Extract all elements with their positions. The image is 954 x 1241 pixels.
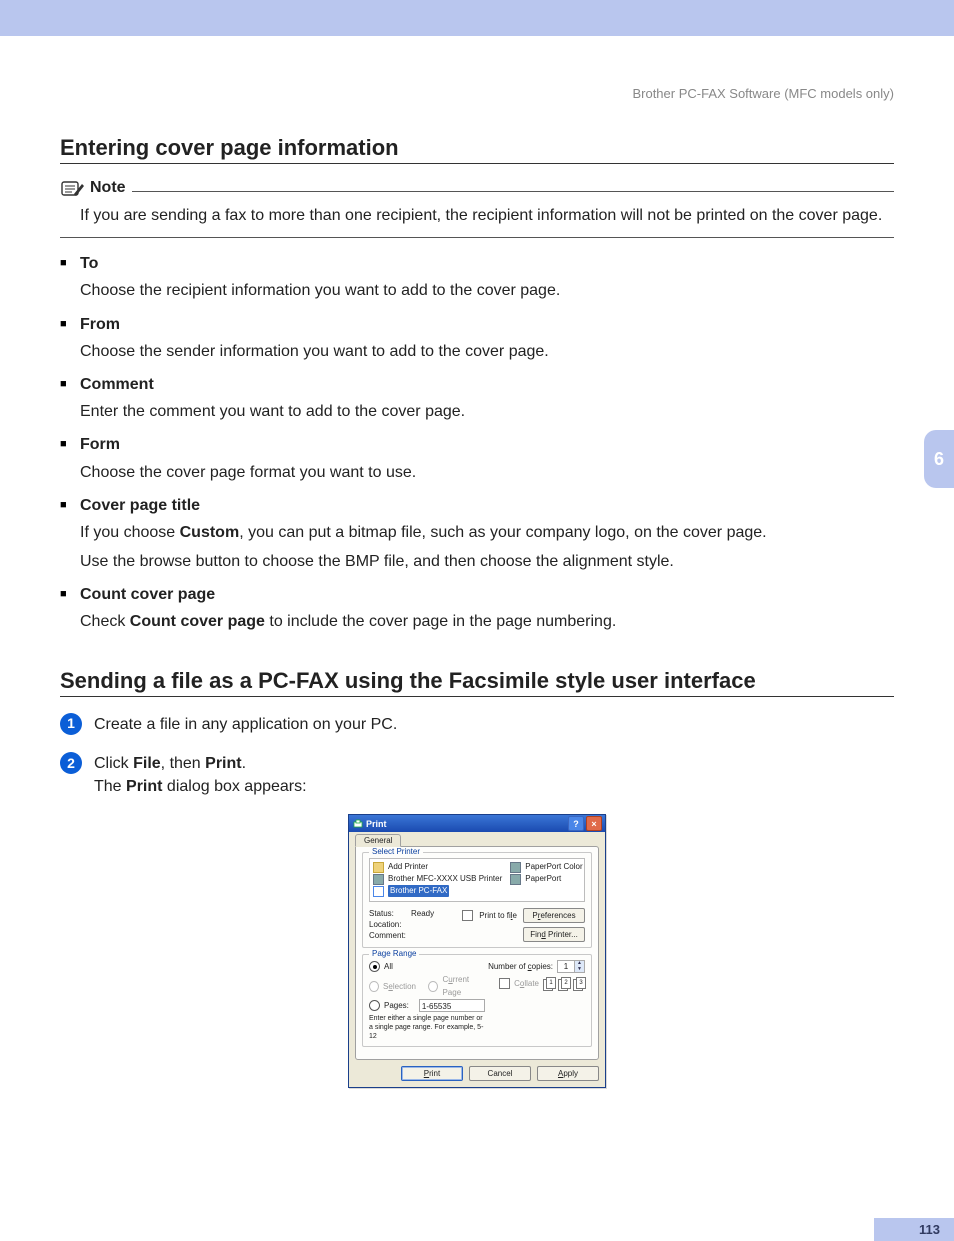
print-to-file-checkbox[interactable] xyxy=(462,910,473,921)
item-count-head: Count cover page xyxy=(80,586,215,603)
section1-title: Entering cover page information xyxy=(60,135,894,161)
preferences-button[interactable]: Preferences xyxy=(523,908,585,923)
top-accent-bar xyxy=(0,0,954,36)
page-body: Brother PC-FAX Software (MFC models only… xyxy=(0,36,954,1118)
dialog-title: Print xyxy=(366,819,387,829)
pages-hint: Enter either a single page number or a s… xyxy=(369,1014,485,1041)
pages-input[interactable]: 1-65535 xyxy=(419,999,485,1012)
printer-add[interactable]: Add Printer xyxy=(388,861,428,873)
spinner-down-icon[interactable]: ▼ xyxy=(575,967,584,973)
note-body: If you are sending a fax to more than on… xyxy=(80,204,894,227)
radio-selection-label: Selection xyxy=(383,980,416,993)
group-page-range-legend: Page Range xyxy=(369,949,419,958)
item-from-head: From xyxy=(80,316,120,333)
step-2-text: Click File, then Print.The Print dialog … xyxy=(94,752,307,798)
printer-item-3[interactable]: PaperPort Color xyxy=(525,861,582,873)
note-block: Note If you are sending a fax to more th… xyxy=(60,178,894,238)
titlebar-help-button[interactable]: ? xyxy=(568,816,584,831)
item-cptitle-desc2: Use the browse button to choose the BMP … xyxy=(80,550,894,573)
add-printer-icon xyxy=(373,862,384,873)
apply-button[interactable]: Apply xyxy=(537,1066,599,1081)
item-comment-head: Comment xyxy=(80,376,154,393)
note-pencil-icon xyxy=(60,178,84,198)
step-1-text: Create a file in any application on your… xyxy=(94,713,397,736)
cancel-button[interactable]: Cancel xyxy=(469,1066,531,1081)
step-list: 1 Create a file in any application on yo… xyxy=(60,713,894,799)
printer-item-1[interactable]: Brother MFC-XXXX USB Printer xyxy=(388,873,502,885)
printer-icon xyxy=(373,886,384,897)
cover-page-fields-list: To Choose the recipient information you … xyxy=(60,252,894,633)
group-select-printer-legend: Select Printer xyxy=(369,847,423,856)
step-1-badge: 1 xyxy=(60,713,82,735)
item-to-desc: Choose the recipient information you wan… xyxy=(80,279,894,302)
print-dialog: Print ? × General Select Printer xyxy=(348,814,606,1088)
item-form-desc: Choose the cover page format you want to… xyxy=(80,461,894,484)
find-printer-button[interactable]: Find Printer... xyxy=(523,927,585,942)
title-rule xyxy=(60,163,894,164)
printer-item-4[interactable]: PaperPort xyxy=(525,873,561,885)
printer-icon xyxy=(510,874,521,885)
section2-title: Sending a file as a PC-FAX using the Fac… xyxy=(60,668,894,694)
item-comment-desc: Enter the comment you want to add to the… xyxy=(80,400,894,423)
note-rule-top xyxy=(132,191,894,192)
item-from-desc: Choose the sender information you want t… xyxy=(80,340,894,363)
radio-pages[interactable] xyxy=(369,1000,380,1011)
printer-item-selected[interactable]: Brother PC-FAX xyxy=(388,885,449,897)
running-header: Brother PC-FAX Software (MFC models only… xyxy=(60,86,894,101)
print-to-file-label: Print to file xyxy=(479,911,517,920)
collate-glyph-icon: 11 22 33 xyxy=(543,977,585,989)
step-2-badge: 2 xyxy=(60,752,82,774)
copies-label: Number of copies: xyxy=(488,962,553,971)
note-rule-bottom xyxy=(60,237,894,238)
item-cptitle-desc1: If you choose Custom, you can put a bitm… xyxy=(80,521,894,544)
radio-pages-label: Pages: xyxy=(384,999,409,1012)
printer-status-block: Status:Ready Location: Comment: xyxy=(369,908,434,942)
radio-all[interactable] xyxy=(369,961,380,972)
print-button[interactable]: Print xyxy=(401,1066,463,1081)
title-rule-2 xyxy=(60,696,894,697)
item-cptitle-head: Cover page title xyxy=(80,497,200,514)
group-select-printer: Select Printer Add Printer Brother MFC-X… xyxy=(362,852,592,948)
note-label: Note xyxy=(90,179,126,197)
printer-icon xyxy=(353,819,363,829)
printer-icon xyxy=(373,874,384,885)
radio-selection xyxy=(369,981,379,992)
tab-general[interactable]: General xyxy=(355,834,401,847)
page-number: 113 xyxy=(874,1218,954,1241)
printer-list[interactable]: Add Printer Brother MFC-XXXX USB Printer… xyxy=(369,858,585,902)
radio-current-page xyxy=(428,981,438,992)
radio-current-label: Current Page xyxy=(442,973,485,999)
printer-icon xyxy=(510,862,521,873)
group-page-range: Page Range All Selection xyxy=(362,954,592,1047)
copies-spinner[interactable]: 1 ▲▼ xyxy=(557,960,585,973)
dialog-titlebar[interactable]: Print ? × xyxy=(349,815,605,832)
radio-all-label: All xyxy=(384,960,393,973)
collate-label: Collate xyxy=(514,979,539,988)
copies-value: 1 xyxy=(558,961,574,972)
item-form-head: Form xyxy=(80,436,120,453)
item-to-head: To xyxy=(80,255,98,272)
item-count-desc: Check Count cover page to include the co… xyxy=(80,610,894,633)
titlebar-close-button[interactable]: × xyxy=(586,816,602,831)
collate-checkbox[interactable] xyxy=(499,978,510,989)
